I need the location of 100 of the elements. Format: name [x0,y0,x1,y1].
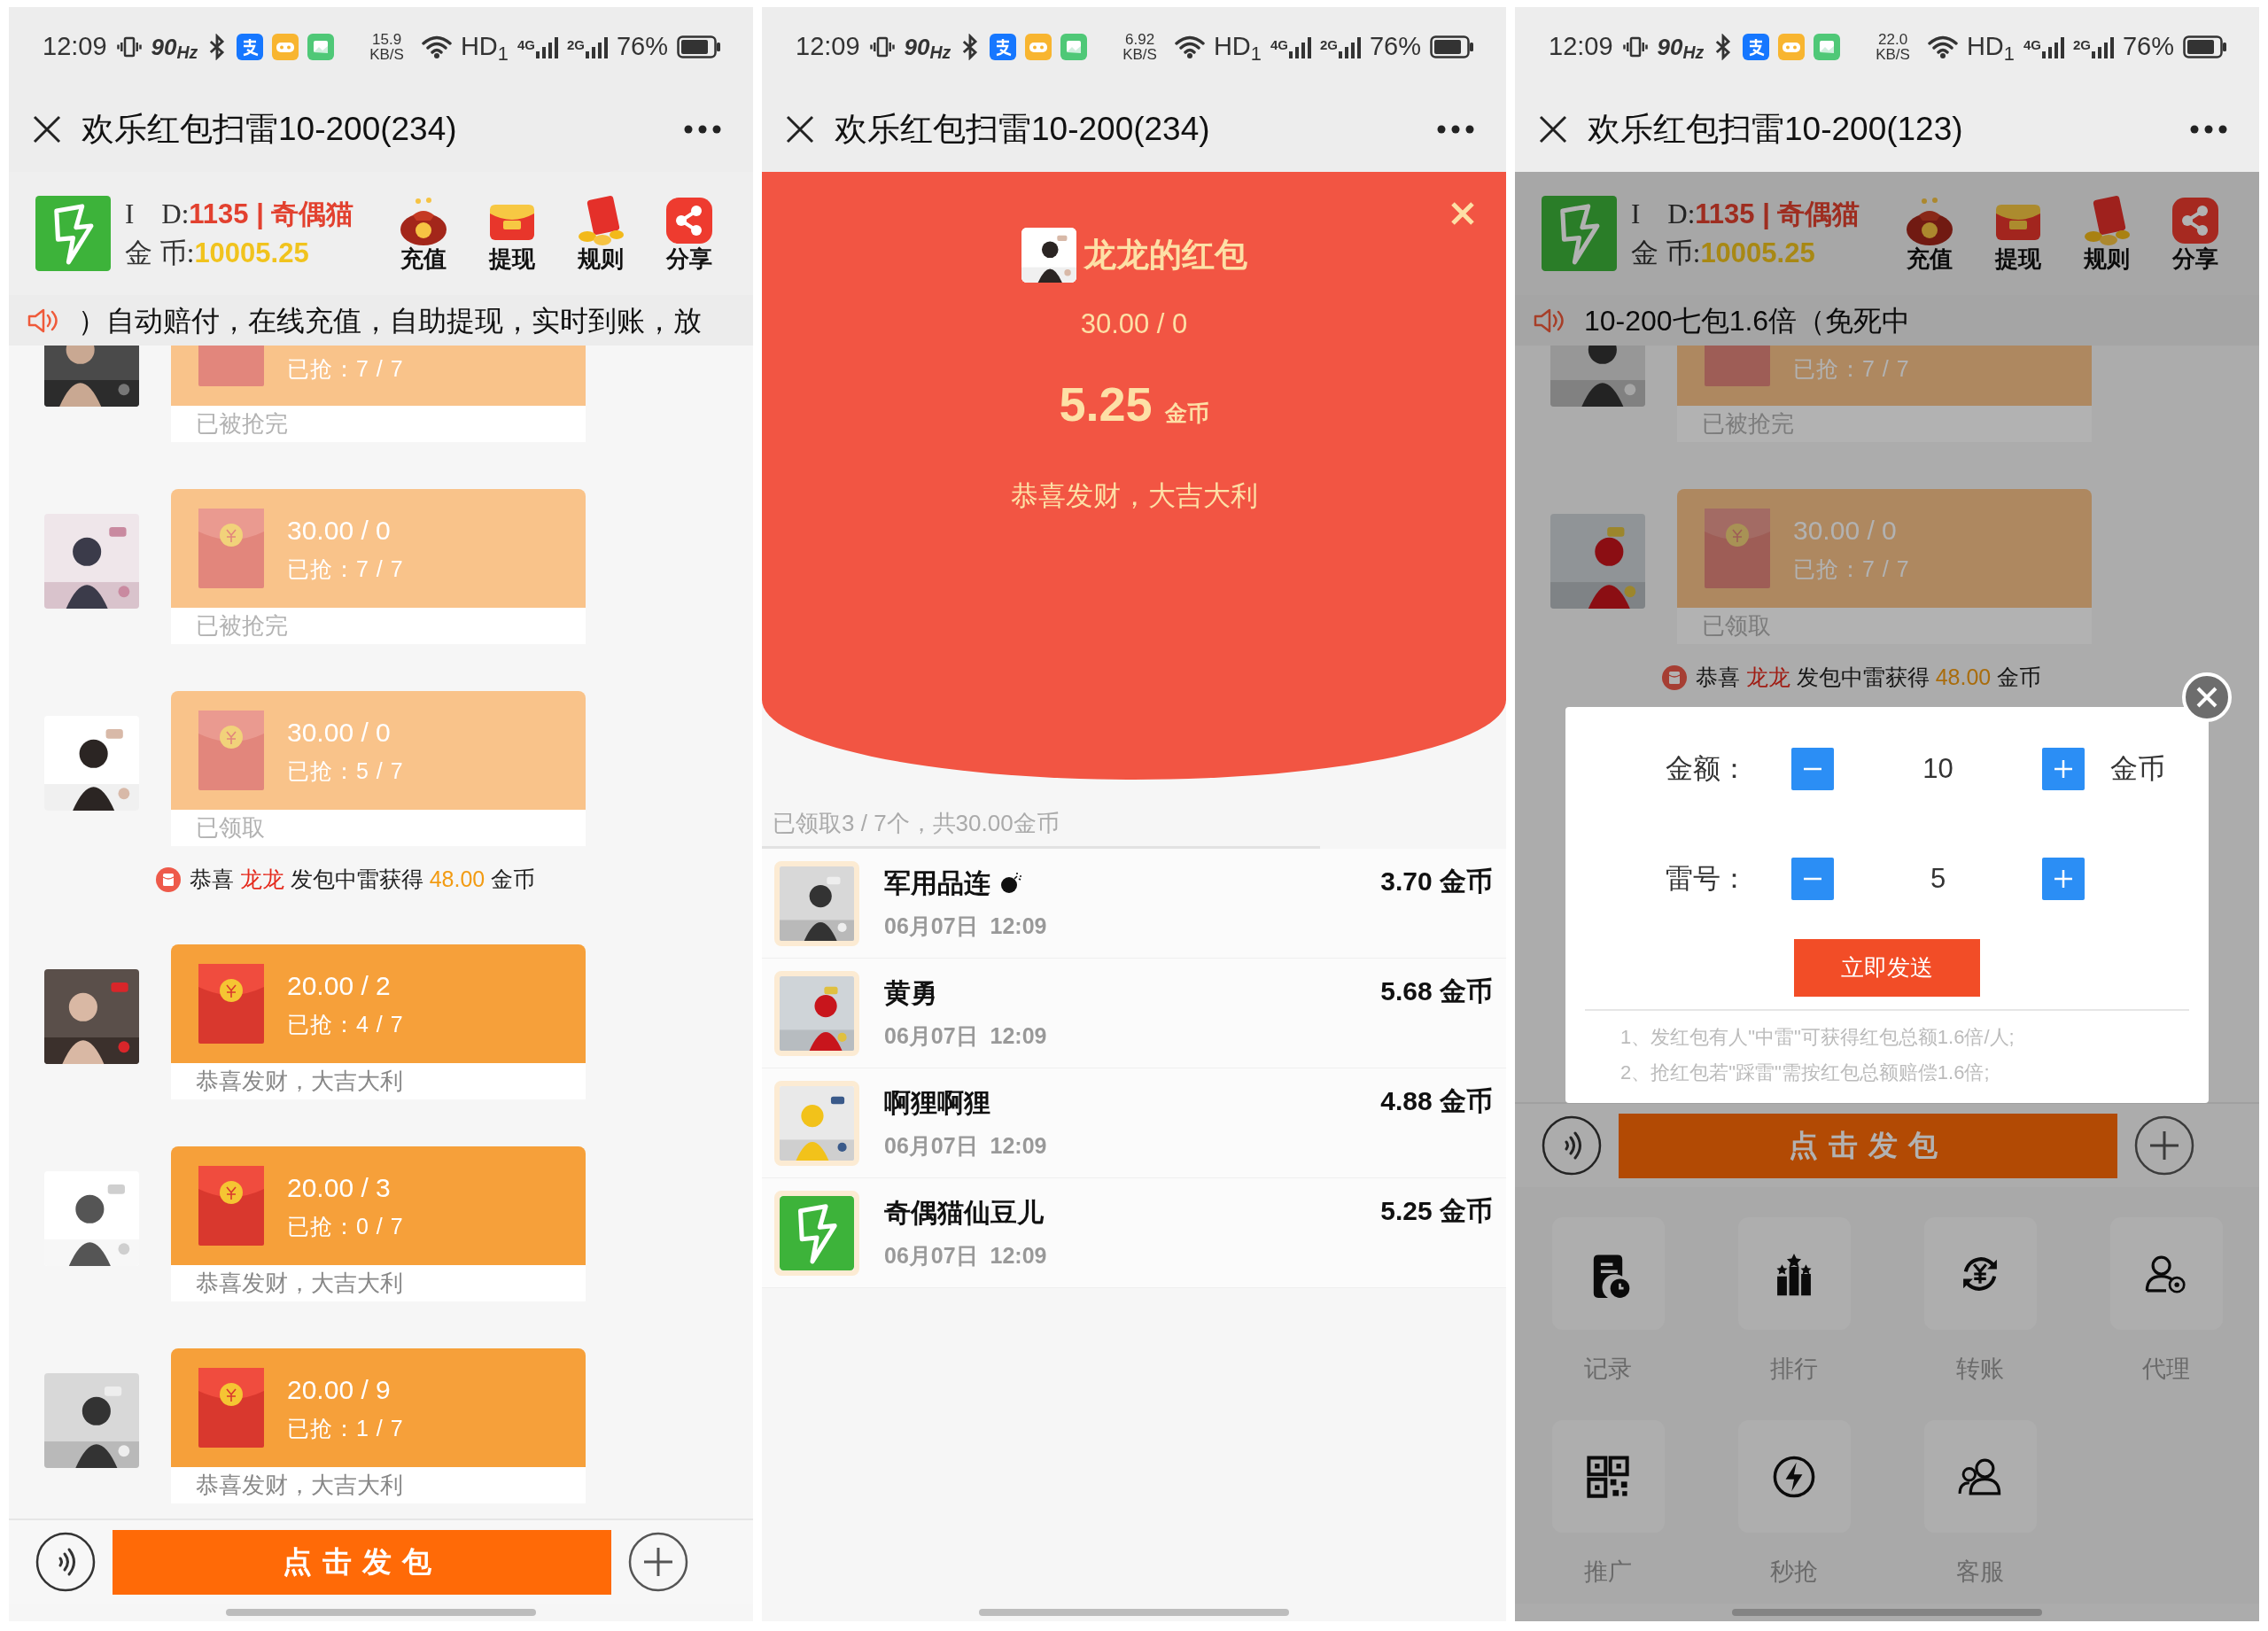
grab-count: 已抢：5 / 7 [287,757,404,785]
claim-amount: 5.25 金币 [1380,1195,1493,1227]
grab-count: 已抢：1 / 7 [287,1414,404,1442]
message-icon [1814,34,1841,60]
battery-percent: 76% [2122,31,2174,63]
packet-footer: 已领取 [171,810,586,846]
envelope-icon [198,1166,264,1246]
speed-unit: KB/S [1876,47,1910,62]
send-now-button[interactable]: 立即发送 [1794,939,1980,997]
claim-time: 06月07日 12:09 [884,1242,1048,1270]
wifi-icon [1927,35,1958,59]
envelope-icon [1661,665,1687,690]
menu-tile[interactable] [1737,1420,1851,1533]
stepper-value[interactable]: 5 [1834,858,2042,900]
claimer-name: 啊狸啊狸 [884,1087,990,1120]
rules-button[interactable]: 规则 [563,193,638,274]
status-time: 12:09 [1549,31,1613,63]
packet-footer: 恭喜发财，大吉大利 [171,1467,586,1503]
network-speed: 22.0 [1878,32,1908,47]
speaker-icon [1533,307,1565,334]
stepper-value[interactable]: 10 [1834,748,2042,790]
packet-bubble[interactable]: 20.00 / 3 已抢：0 / 7 [171,1146,586,1265]
received-amount: 5.25 [1059,376,1153,432]
envelope-icon [1705,509,1770,588]
share-button[interactable]: 分享 [2158,193,2233,274]
claimer-name: 奇偶猫仙豆儿 [884,1197,1044,1230]
announcement-text: ）自动赔付，在线充值，自助提现，实时到账，放 [78,303,702,338]
claim-amount: 5.68 金币 [1380,975,1493,1007]
menu-label: 代理 [2142,1355,2190,1384]
envelope-icon [155,867,181,892]
page-title: 欢乐红包扫雷10-200(123) [1588,110,1964,150]
grab-count: 已抢：7 / 7 [287,555,404,583]
close-icon[interactable] [1538,114,1568,144]
close-icon[interactable] [785,114,815,144]
grab-count: 已抢：4 / 7 [287,1010,404,1038]
claimer-name: 黄勇 [884,977,937,1010]
network-type: HD$_{1}$ [1966,31,2015,66]
more-icon[interactable] [1437,125,1474,134]
signal-icon [2090,35,2114,58]
signal-icon [534,35,558,58]
menu-tile[interactable] [1551,1217,1665,1330]
packet-bubble[interactable]: 20.00 / 2 已抢：4 / 7 [171,944,586,1063]
menu-tile[interactable] [1923,1420,2037,1533]
recharge-button[interactable]: 充值 [1892,193,1967,274]
withdraw-button[interactable]: 提现 [475,193,549,274]
network-label: 2G [566,36,585,54]
menu-tile[interactable] [1551,1420,1665,1533]
menu-label: 记录 [1584,1355,1632,1384]
unit-label: 金币 [2110,751,2165,786]
menu-tile[interactable] [1923,1217,2037,1330]
signal-icon [2040,35,2064,58]
coin-balance: 金 币:10005.25 [1631,236,1816,270]
more-icon[interactable] [684,125,721,134]
packet-amount: 20.00 / 2 [287,970,392,1003]
packet-amount: 30.00 / 0 [287,717,392,749]
voice-icon[interactable] [35,1532,96,1592]
plus-button[interactable] [2042,858,2085,900]
wifi-icon [1174,35,1205,59]
grab-count: 已抢：0 / 7 [287,1212,404,1240]
wifi-icon [421,35,452,59]
refresh-rate: 90$_{Hz}$ [151,32,198,65]
claim-amount: 4.88 金币 [1380,1085,1493,1117]
signal-icon [1287,35,1311,58]
status-time: 12:09 [796,31,860,63]
menu-label: 客服 [1956,1557,2004,1587]
page-title: 欢乐红包扫雷10-200(234) [835,110,1211,150]
packet-footer: 恭喜发财，大吉大利 [171,1063,586,1099]
sender-name: 龙龙的红包 [1083,236,1247,276]
app-icon [1743,34,1770,60]
more-icon[interactable] [2190,125,2227,134]
add-icon[interactable] [2134,1115,2194,1176]
packet-bubble[interactable]: 20.00 / 9 已抢：1 / 7 [171,1348,586,1467]
rules-button[interactable]: 规则 [2070,193,2144,274]
network-label: 4G [2023,36,2041,54]
withdraw-button[interactable]: 提现 [1981,193,2055,274]
network-label: 4G [1270,36,1288,54]
add-icon[interactable] [628,1532,688,1592]
network-type: HD$_{1}$ [1213,31,1262,66]
battery-percent: 76% [616,31,668,63]
battery-icon [1430,35,1474,58]
claim-time: 06月07日 12:09 [884,913,1048,941]
share-button[interactable]: 分享 [652,193,726,274]
recharge-button[interactable]: 充值 [386,193,461,274]
close-icon[interactable] [32,114,62,144]
voice-icon[interactable] [1542,1115,1602,1176]
field-label: 雷号： [1666,861,1749,896]
menu-label: 排行 [1770,1355,1818,1384]
claim-amount: 3.70 金币 [1380,866,1493,897]
send-packet-button[interactable]: 点击发包 [1619,1113,2117,1178]
envelope-icon [198,1368,264,1448]
gamepad-icon [1778,34,1806,60]
battery-percent: 76% [1369,31,1421,63]
plus-button[interactable] [2042,748,2085,790]
grab-count: 已抢：7 / 7 [1793,555,1910,583]
coin-balance: 金 币:10005.25 [125,236,310,270]
menu-tile[interactable] [2109,1217,2223,1330]
menu-tile[interactable] [1737,1217,1851,1330]
menu-label: 转账 [1956,1355,2004,1384]
envelope-icon [198,964,264,1044]
send-packet-button[interactable]: 点击发包 [113,1529,611,1595]
